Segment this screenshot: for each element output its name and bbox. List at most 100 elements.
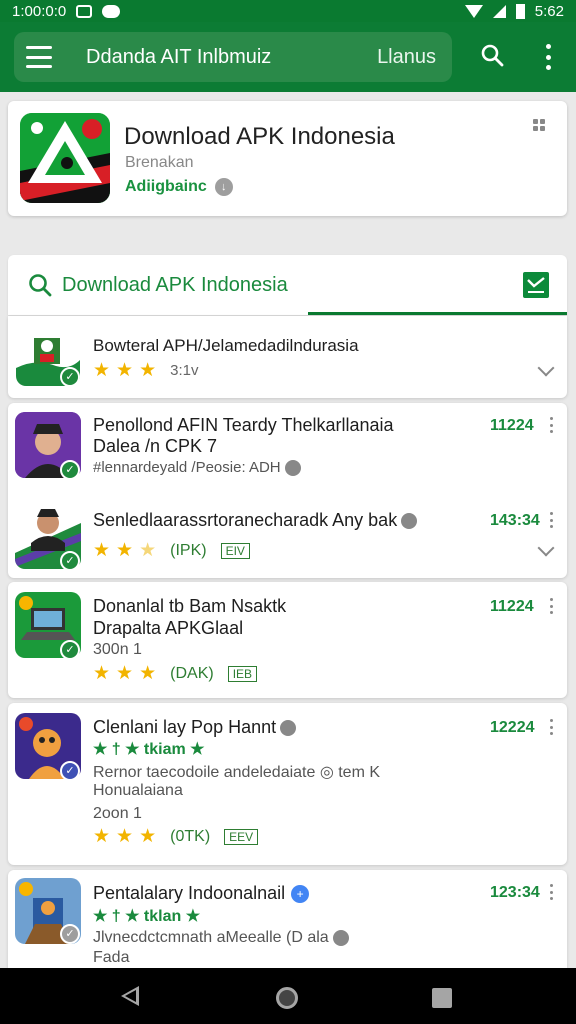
app-green-rating: ★ † ★ tklan ★ <box>93 908 201 925</box>
system-nav-bar <box>0 968 576 1024</box>
developer-name: Adiigbainc <box>125 178 207 195</box>
notification-icon <box>76 4 93 18</box>
app-subtitle: Rernor taecodoile andeledaiate ◎ tem K <box>93 764 381 781</box>
app-bar: Ddanda AIT Inlbmuiz Llanus <box>0 22 576 92</box>
star-icon: ★ <box>93 826 111 847</box>
featured-app-name: Download APK Indonesia <box>124 123 395 150</box>
app-bar-title: Ddanda AIT Inlbmuiz <box>86 46 272 68</box>
app-title-line2: Dalea /n CPK 7 <box>93 436 218 456</box>
rating-text: (IPK) <box>170 541 207 559</box>
overflow-menu-icon[interactable] <box>543 44 553 70</box>
app-title: Pentalalary Indoonalnail + <box>93 883 310 904</box>
item-menu-icon[interactable] <box>548 884 554 900</box>
back-icon[interactable] <box>121 986 139 1006</box>
app-size: 143:34 <box>490 512 540 529</box>
list-item[interactable]: ✓ Clenlani lay Pop Hannt ★ † ★ tkiam ★ R… <box>8 703 567 865</box>
list-item[interactable]: ✓ Bowteral APH/Jelamedadilndurasia ★ ★ ★ 3… <box>8 316 567 398</box>
list-item[interactable]: ✓ Donanlal tb Bam Nsaktk Drapalta APKGla… <box>8 582 567 698</box>
info-icon <box>332 929 349 946</box>
app-title[interactable]: Senledlaarassrtoranecharadk Any bak <box>93 510 418 531</box>
info-icon <box>284 460 301 477</box>
item-menu-icon[interactable] <box>548 512 554 528</box>
star-icon: ★ <box>116 663 134 684</box>
app-title: Clenlani lay Pop Hannt <box>93 717 297 738</box>
app-size: 11224 <box>490 598 534 615</box>
app-size: 12224 <box>490 719 535 736</box>
app-subtitle: 300n 1 <box>93 641 142 658</box>
app-size: 123:34 <box>490 884 540 901</box>
info-icon <box>280 720 297 737</box>
bookmark-icon[interactable] <box>523 272 549 298</box>
recent-apps-icon[interactable] <box>432 988 452 1008</box>
star-icon: ★ <box>93 360 111 381</box>
rating-text: (DAK) <box>170 664 214 682</box>
app-rating: ★ ★ ★ (IPK) EIV <box>93 539 250 562</box>
signal-icon <box>492 4 506 18</box>
app-search-box[interactable]: Ddanda AIT Inlbmuiz Llanus <box>14 32 452 82</box>
featured-app-developer: Adiigbainc ↓ <box>125 178 233 196</box>
app-green-rating: ★ † ★ tkiam ★ <box>93 741 205 758</box>
info-icon <box>401 513 418 530</box>
app-bar-action[interactable]: Llanus <box>377 46 436 69</box>
app-size: 11224 <box>490 417 534 434</box>
app-subtitle-line2: Honualaiana <box>93 782 183 799</box>
app-rating: ★ ★ ★ 3:1v <box>93 359 199 382</box>
content-tag: IEB <box>227 665 258 682</box>
featured-app-card[interactable]: Download APK Indonesia Brenakan Adiigbai… <box>8 101 567 216</box>
home-icon[interactable] <box>276 987 298 1009</box>
star-icon: ★ <box>139 360 157 381</box>
verified-badge-icon: ✓ <box>60 761 80 781</box>
app-subtitle: #lennardeyald /Peosie: ADH <box>93 459 301 477</box>
app-subtitle-line2: Fada <box>93 949 130 966</box>
rating-text: 3:1v <box>170 362 199 379</box>
app-title-line2: Drapalta APKGlaal <box>93 618 244 638</box>
star-icon: ★ <box>116 360 134 381</box>
app-rating: ★ ★ ★ (DAK) IEB <box>93 662 258 685</box>
app-group-card: ✓ Penollond AFIN Teardy Thelkarllanaia D… <box>8 403 567 578</box>
add-icon[interactable]: + <box>291 885 310 904</box>
app-subtitle: Jlvnecdctcmnath aMeealle (D ala <box>93 929 349 947</box>
verified-badge-icon: ✓ <box>60 460 80 480</box>
content-tag: EIV <box>220 542 250 559</box>
battery-icon <box>515 3 525 19</box>
star-icon: ★ <box>116 826 134 847</box>
status-time: 1:00:0:0 <box>12 2 67 20</box>
search-icon <box>29 274 52 297</box>
verified-badge-icon: ✓ <box>60 640 80 660</box>
verified-badge-icon: ✓ <box>60 551 80 571</box>
status-bar: 1:00:0:0 5:62 <box>0 0 576 22</box>
tab-indicator <box>308 312 567 315</box>
search-icon[interactable] <box>480 43 504 67</box>
star-icon: ★ <box>139 826 157 847</box>
list-item[interactable]: ✓ Pentalalary Indoonalnail + ★ † ★ tklan … <box>8 870 567 968</box>
message-icon <box>102 4 121 18</box>
app-title: Donanlal tb Bam Nsaktk <box>93 596 287 616</box>
app-subtitle-line3: 2oon 1 <box>93 805 142 822</box>
app-logo-icon <box>20 113 110 203</box>
content-tag: EEV <box>224 828 259 845</box>
verified-badge-icon: ✓ <box>60 367 80 387</box>
item-menu-icon[interactable] <box>548 719 554 735</box>
chevron-down-icon[interactable] <box>537 359 555 377</box>
star-icon: ★ <box>93 540 111 561</box>
download-icon[interactable]: ↓ <box>214 178 233 196</box>
wifi-icon <box>464 4 483 18</box>
app-rating: ★ ★ ★ (0TK) EEV <box>93 825 259 848</box>
star-icon: ★ <box>93 663 111 684</box>
app-title: Bowteral APH/Jelamedadilndurasia <box>93 336 359 355</box>
status-clock: 5:62 <box>534 2 564 20</box>
verified-badge-icon: ✓ <box>60 924 80 944</box>
hamburger-menu-icon[interactable] <box>26 46 52 68</box>
star-icon: ★ <box>116 540 134 561</box>
item-menu-icon[interactable] <box>548 417 554 433</box>
grid-view-icon[interactable] <box>533 119 545 131</box>
rating-text: (0TK) <box>170 827 211 845</box>
search-tab-label: Download APK Indonesia <box>62 274 288 296</box>
star-half-icon: ★ <box>139 540 157 561</box>
star-icon: ★ <box>139 663 157 684</box>
chevron-down-icon[interactable] <box>537 539 555 557</box>
app-title[interactable]: Penollond AFIN Teardy Thelkarllanaia <box>93 415 394 436</box>
item-menu-icon[interactable] <box>548 598 554 614</box>
search-tab-bar[interactable]: Download APK Indonesia <box>8 255 567 315</box>
featured-app-category: Brenakan <box>125 154 194 171</box>
